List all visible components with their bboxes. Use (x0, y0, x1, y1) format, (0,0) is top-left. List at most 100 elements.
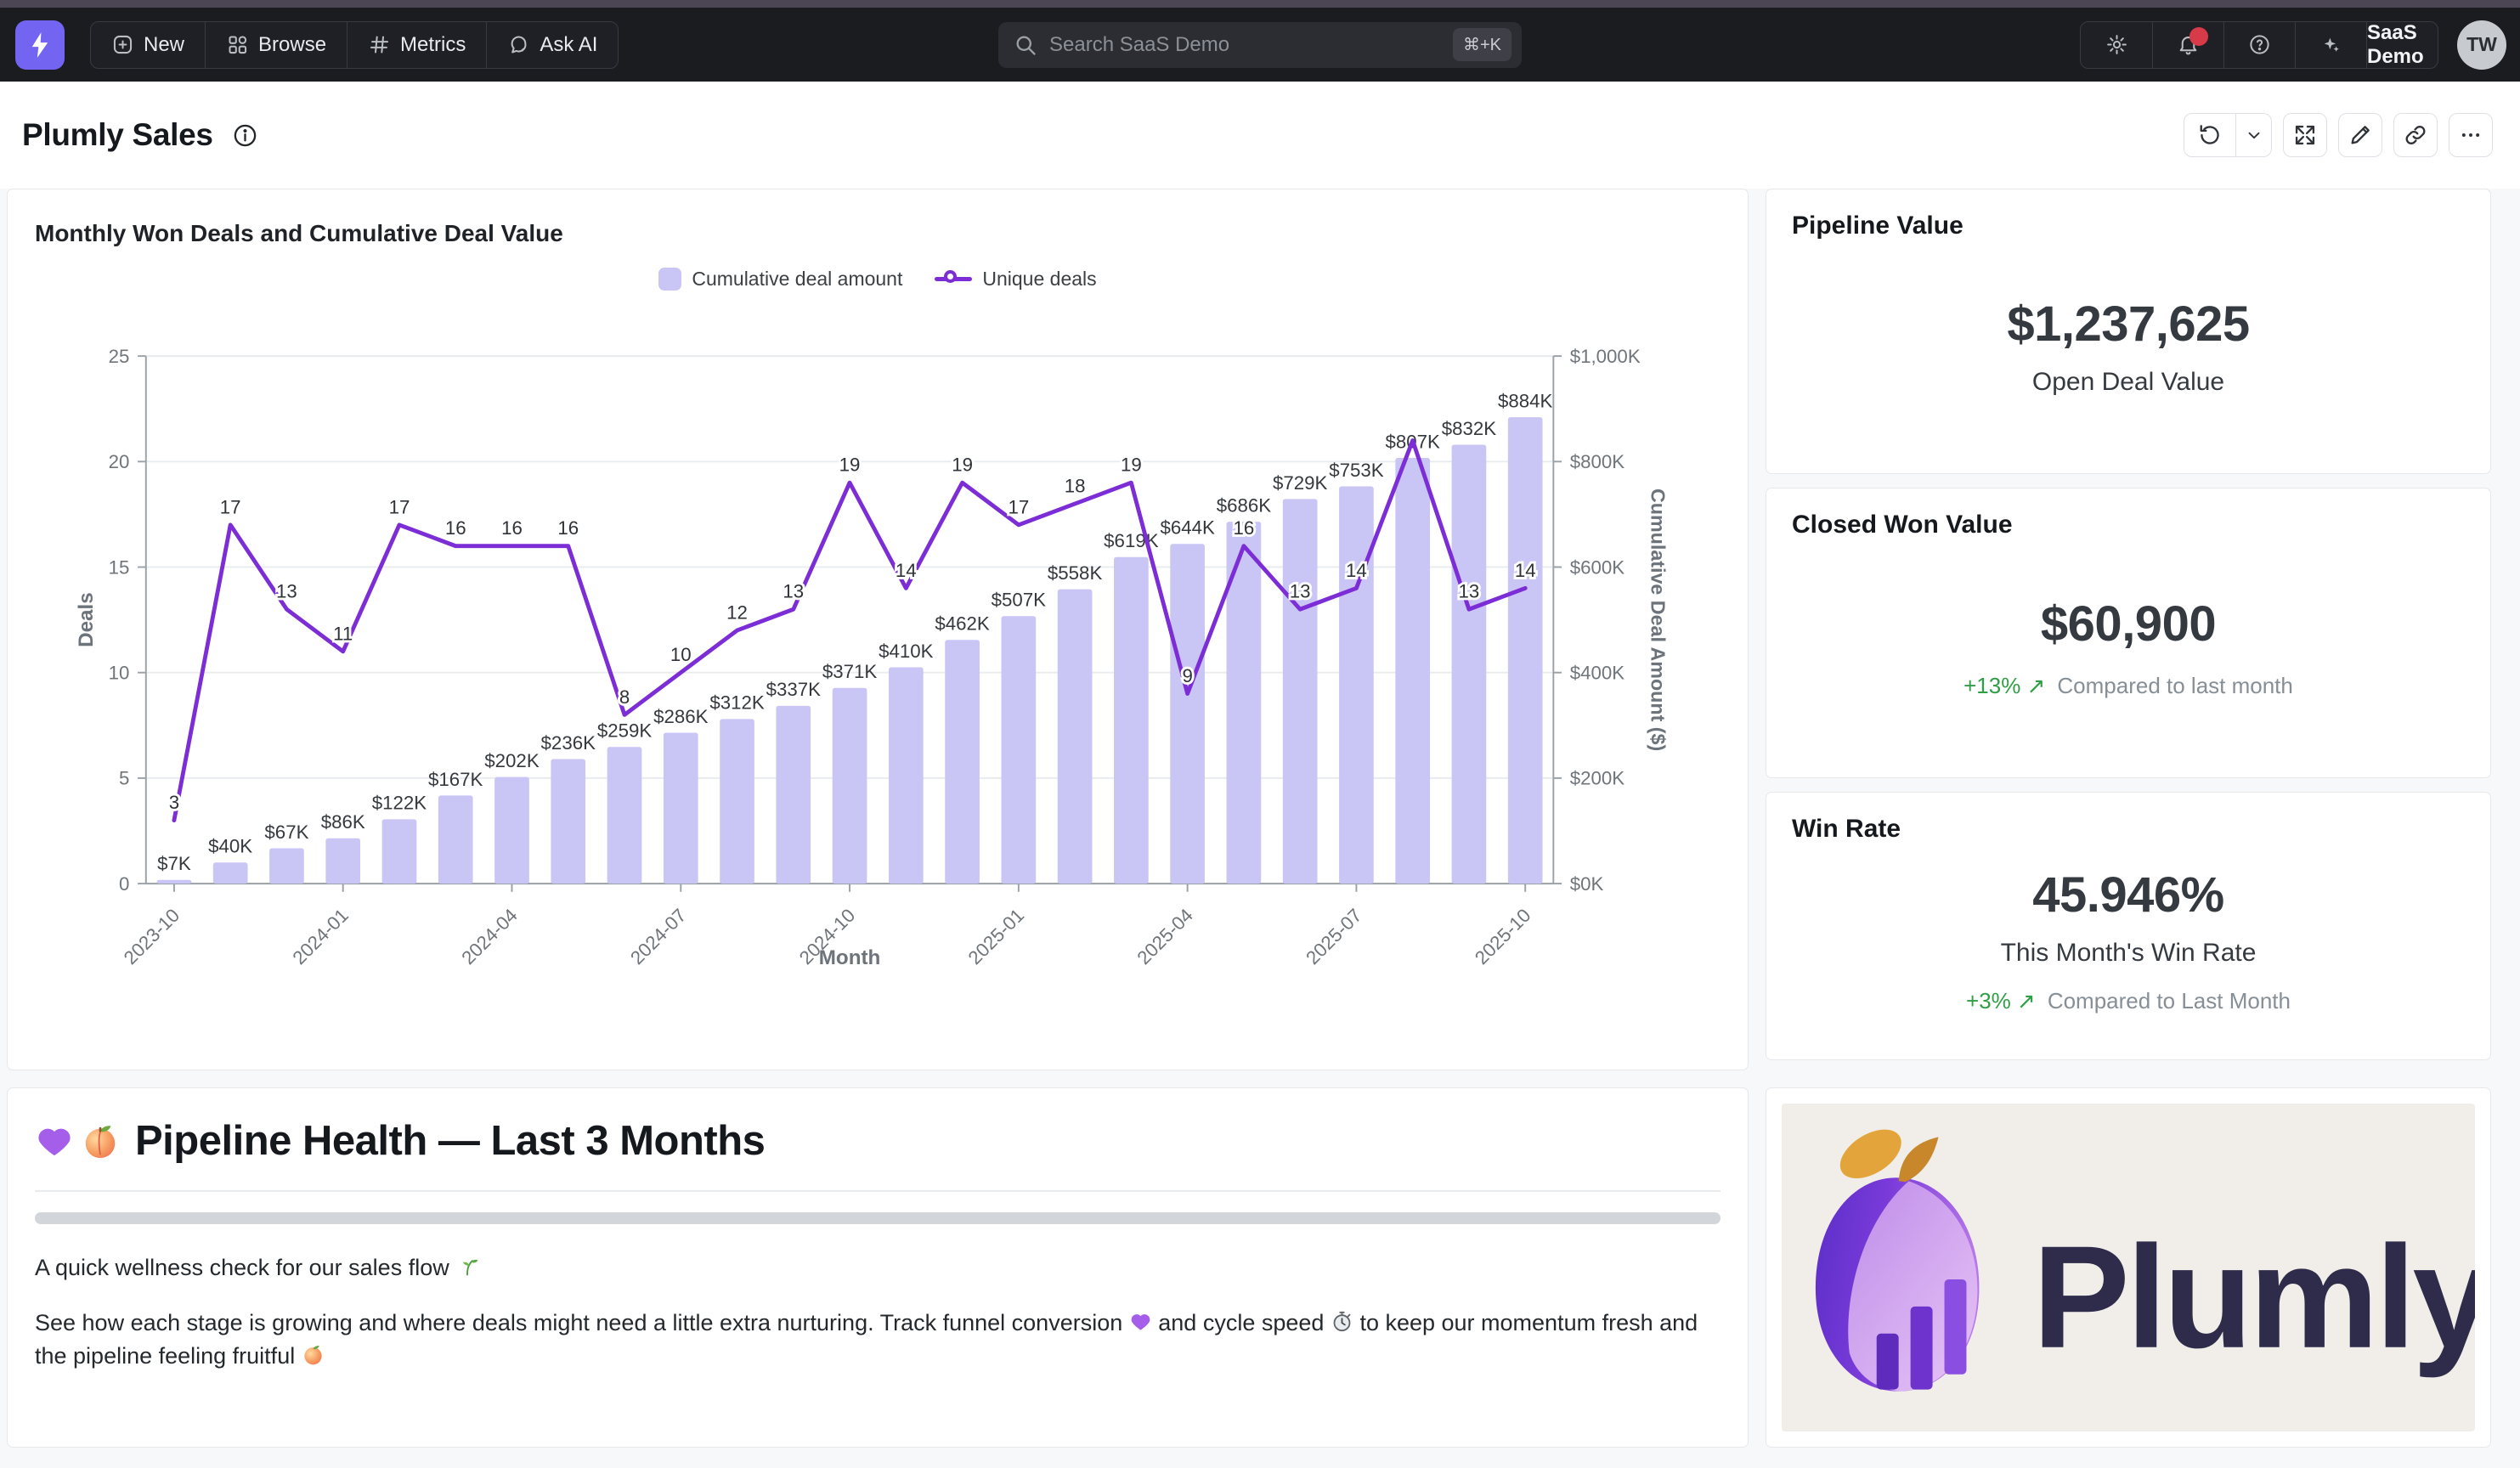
herb-icon (455, 1254, 479, 1278)
ellipsis-icon (2459, 123, 2483, 147)
plumly-logo-svg: Plumly (1782, 1104, 2475, 1431)
svg-text:2024-07: 2024-07 (626, 905, 690, 968)
kpi-tile-win-rate: Win Rate 45.946% This Month's Win Rate +… (1766, 792, 2491, 1060)
svg-text:17: 17 (1008, 496, 1029, 517)
kpi-value: 45.946% (2032, 867, 2223, 923)
avatar-initials: TW (2466, 33, 2497, 56)
plumly-wordmark: Plumly (2032, 1217, 2475, 1379)
svg-text:$371K: $371K (822, 661, 878, 682)
svg-text:2024-01: 2024-01 (289, 905, 353, 968)
svg-text:$259K: $259K (597, 720, 653, 742)
kpi-comparison: Compared to Last Month (2048, 988, 2291, 1014)
chat-sparkle-icon (507, 33, 530, 56)
dual-axis-chart[interactable]: 0510152025$0K$200K$400K$600K$800K$1,000K… (35, 301, 1720, 1024)
app-logo[interactable] (15, 20, 65, 70)
svg-text:12: 12 (726, 601, 748, 623)
svg-text:2025-10: 2025-10 (1471, 905, 1534, 968)
svg-text:2025-01: 2025-01 (964, 905, 1028, 968)
browse-button[interactable]: Browse (205, 22, 347, 68)
svg-text:19: 19 (839, 455, 861, 476)
svg-text:$286K: $286K (653, 706, 709, 727)
svg-text:$410K: $410K (879, 641, 934, 662)
ask-ai-button[interactable]: Ask AI (486, 22, 618, 68)
help-button[interactable] (2223, 22, 2295, 68)
svg-text:2025-07: 2025-07 (1302, 905, 1365, 968)
trend-up-icon: ↗ (2017, 988, 2036, 1013)
window-top-strip (0, 0, 2520, 8)
svg-text:$832K: $832K (1442, 418, 1497, 439)
avatar[interactable]: TW (2457, 20, 2506, 70)
fullscreen-button[interactable] (2283, 113, 2327, 157)
svg-text:$40K: $40K (208, 836, 252, 857)
svg-text:15: 15 (109, 556, 130, 578)
notifications-button[interactable] (2152, 22, 2223, 68)
svg-text:20: 20 (109, 451, 130, 472)
svg-text:$753K: $753K (1329, 460, 1384, 481)
markdown-paragraph-1: A quick wellness check for our sales flo… (35, 1251, 1720, 1284)
refresh-dropdown-button[interactable] (2235, 114, 2271, 156)
kpi-value: $60,900 (2041, 596, 2216, 652)
svg-text:$236K: $236K (541, 732, 596, 754)
legend-label-line: Unique deals (982, 268, 1096, 291)
svg-text:$200K: $200K (1570, 768, 1625, 789)
grid-icon (226, 33, 249, 56)
svg-text:$600K: $600K (1570, 556, 1625, 578)
kpi-delta: +13% ↗ (1963, 673, 2045, 699)
header-actions (2184, 113, 2498, 157)
trend-up-icon: ↗ (2027, 673, 2046, 698)
share-link-button[interactable] (2393, 113, 2438, 157)
refresh-button[interactable] (2184, 114, 2235, 156)
svg-text:14: 14 (1515, 560, 1536, 581)
search-input[interactable]: Search SaaS Demo ⌘+K (998, 22, 1522, 68)
metrics-button[interactable]: Metrics (347, 22, 486, 68)
svg-text:0: 0 (119, 873, 129, 895)
svg-text:16: 16 (557, 517, 579, 539)
kpi-title: Closed Won Value (1792, 511, 2465, 539)
svg-text:$202K: $202K (484, 750, 540, 771)
kpi-tile-closed-won: Closed Won Value $60,900 +13% ↗ Compared… (1766, 488, 2491, 778)
svg-text:13: 13 (1459, 581, 1480, 602)
edit-button[interactable] (2338, 113, 2382, 157)
svg-text:9: 9 (1182, 665, 1192, 686)
info-icon (232, 122, 258, 149)
markdown-heading-text: Pipeline Health — Last 3 Months (135, 1117, 765, 1165)
search-icon (1014, 33, 1037, 57)
svg-text:$462K: $462K (935, 613, 990, 635)
legend-item-bars[interactable]: Cumulative deal amount (658, 268, 902, 291)
horizontal-scrollbar[interactable] (35, 1212, 1720, 1224)
chart-title: Monthly Won Deals and Cumulative Deal Va… (35, 220, 1720, 247)
svg-text:10: 10 (109, 662, 130, 683)
settings-button[interactable] (2081, 22, 2152, 68)
svg-text:$800K: $800K (1570, 451, 1625, 472)
kpi-comparison: Compared to last month (2057, 673, 2292, 699)
more-options-button[interactable] (2449, 113, 2493, 157)
svg-text:17: 17 (220, 496, 241, 517)
svg-text:3: 3 (169, 792, 179, 813)
legend-item-line[interactable]: Unique deals (935, 268, 1096, 291)
svg-text:$644K: $644K (1160, 517, 1215, 539)
search-placeholder: Search SaaS Demo (1049, 33, 1453, 57)
chevron-down-icon (2245, 126, 2263, 144)
svg-text:19: 19 (952, 455, 973, 476)
chart-tile: Monthly Won Deals and Cumulative Deal Va… (7, 189, 1749, 1070)
ai-assistant-button[interactable] (2295, 22, 2366, 68)
svg-text:10: 10 (670, 644, 692, 665)
org-switcher[interactable]: SaaS Demo (2366, 22, 2438, 68)
new-button[interactable]: New (91, 22, 205, 68)
svg-text:$507K: $507K (992, 590, 1047, 611)
top-nav: New Browse Metrics Ask AI Search (0, 8, 2520, 82)
link-icon (2404, 123, 2427, 147)
svg-text:$122K: $122K (372, 793, 427, 814)
nav-right: SaaS Demo TW (2080, 20, 2506, 70)
kpi-subtitle: Open Deal Value (2032, 368, 2224, 397)
svg-text:14: 14 (896, 560, 917, 581)
svg-text:16: 16 (1234, 517, 1255, 539)
help-icon (2248, 33, 2271, 56)
svg-text:18: 18 (1065, 475, 1086, 496)
peach-icon (81, 1121, 120, 1160)
svg-text:11: 11 (333, 623, 353, 644)
dashboard-info-button[interactable] (232, 122, 258, 149)
svg-text:$400K: $400K (1570, 662, 1625, 683)
svg-text:$729K: $729K (1273, 472, 1328, 494)
plus-square-icon (111, 33, 134, 56)
